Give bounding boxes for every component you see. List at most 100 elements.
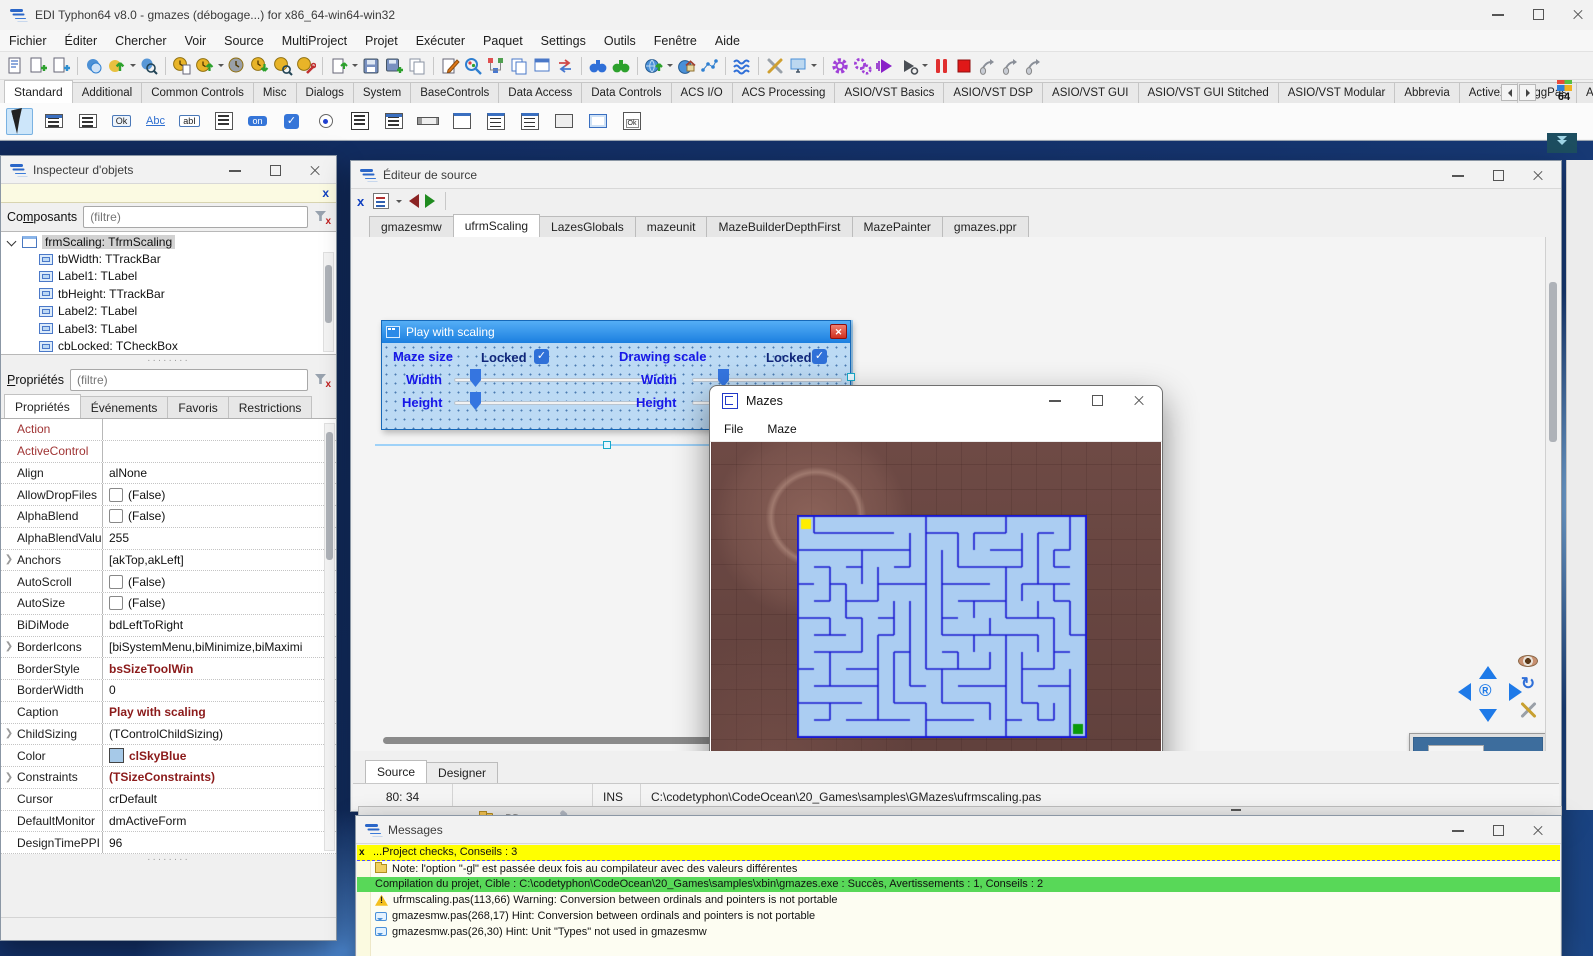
jump-list-icon[interactable] bbox=[373, 193, 389, 209]
palette-tab-dialogs[interactable]: Dialogs bbox=[296, 82, 354, 103]
menu-fenêtre[interactable]: Fenêtre bbox=[645, 32, 706, 50]
palette-tab-misc[interactable]: Misc bbox=[253, 82, 297, 103]
editor-tab-ufrmscaling[interactable]: ufrmScaling bbox=[453, 214, 540, 237]
maze-board[interactable] bbox=[797, 515, 1087, 738]
menu-multiproject[interactable]: MultiProject bbox=[273, 32, 356, 50]
messages-list[interactable]: x ...Project checks, Conseils : 3Note: l… bbox=[357, 845, 1560, 956]
menu-chercher[interactable]: Chercher bbox=[106, 32, 175, 50]
value-checkbox[interactable] bbox=[109, 509, 123, 523]
build-project-icon[interactable] bbox=[643, 55, 665, 77]
palette-scroll-left-button[interactable] bbox=[1501, 84, 1518, 101]
property-row-cursor[interactable]: CursorcrDefault bbox=[1, 789, 336, 811]
compile-icon[interactable] bbox=[829, 55, 851, 77]
palette-tab-asio-vst-dsp[interactable]: ASIO/VST DSP bbox=[943, 82, 1043, 103]
tgroupbox-icon[interactable] bbox=[448, 108, 475, 135]
tree-item-tbheight[interactable]: tbHeight: TTrackBar bbox=[1, 285, 336, 302]
property-row-alphablend[interactable]: AlphaBlend(False) bbox=[1, 506, 336, 528]
trackbar-width-1[interactable] bbox=[454, 378, 652, 382]
ttogglebox-icon[interactable]: on bbox=[244, 108, 271, 135]
properties-filter-input[interactable] bbox=[70, 369, 308, 391]
message-row-note[interactable]: Note: l'option "-gl" est passée deux foi… bbox=[357, 861, 1560, 877]
eye-icon[interactable] bbox=[1518, 655, 1538, 667]
message-row-hint[interactable]: gmazesmw.pas(26,30) Hint: Unit "Types" n… bbox=[357, 924, 1560, 940]
checkbox-locked-2[interactable]: ✓ bbox=[812, 349, 827, 364]
dock-close-icon[interactable]: x bbox=[322, 186, 329, 200]
open-project-icon[interactable] bbox=[106, 55, 128, 77]
open-project-dropdown-caret[interactable] bbox=[129, 55, 137, 77]
inspector-tab-favoris[interactable]: Favoris bbox=[167, 396, 228, 418]
palette-tab-common-controls[interactable]: Common Controls bbox=[141, 82, 254, 103]
save-with-arrow-icon[interactable] bbox=[328, 55, 350, 77]
editor-scrollbar[interactable] bbox=[1545, 237, 1559, 751]
selector-tool-icon[interactable] bbox=[6, 108, 33, 135]
palette-tab-asio-vst-gui[interactable]: ASIO/VST GUI bbox=[1042, 82, 1138, 103]
save-icon[interactable] bbox=[360, 55, 382, 77]
label-locked-1[interactable]: Locked bbox=[481, 350, 527, 365]
palette-tab-basecontrols[interactable]: BaseControls bbox=[410, 82, 499, 103]
value-checkbox[interactable] bbox=[109, 596, 123, 610]
palette-overflow-icon[interactable] bbox=[1547, 133, 1577, 153]
recent-disabled-icon[interactable] bbox=[226, 55, 248, 77]
tmainmenu-icon[interactable] bbox=[40, 108, 67, 135]
nav-down-icon[interactable] bbox=[1479, 709, 1497, 731]
property-row-bordericons[interactable]: ❯BorderIcons[biSystemMenu,biMinimize,biM… bbox=[1, 637, 336, 659]
tree-item-label3[interactable]: Label3: TLabel bbox=[1, 320, 336, 337]
build-home-icon[interactable] bbox=[675, 55, 697, 77]
property-row-action[interactable]: Action bbox=[1, 419, 336, 441]
close-button[interactable] bbox=[1571, 7, 1585, 21]
mazes-menu-maze[interactable]: Maze bbox=[767, 422, 796, 436]
new-window-icon[interactable] bbox=[531, 55, 553, 77]
step-out-icon[interactable] bbox=[1022, 55, 1044, 77]
bottom-tab-designer[interactable]: Designer bbox=[426, 762, 498, 783]
trackbar-width-1-thumb[interactable] bbox=[470, 369, 481, 387]
inspector-titlebar[interactable]: Inspecteur d'objets bbox=[1, 156, 336, 184]
inspector-tab-propriétés[interactable]: Propriétés bbox=[4, 394, 81, 418]
tframe-icon[interactable] bbox=[584, 108, 611, 135]
property-row-align[interactable]: AlignalNone bbox=[1, 463, 336, 485]
palette-tab-abbrevia[interactable]: Abbrevia bbox=[1394, 82, 1459, 103]
step-into-icon[interactable] bbox=[976, 55, 998, 77]
duplicate-icon[interactable] bbox=[508, 55, 530, 77]
label-width-1[interactable]: Width bbox=[406, 372, 442, 387]
inspector-tab-restrictions[interactable]: Restrictions bbox=[228, 396, 313, 418]
label-height-1[interactable]: Height bbox=[402, 395, 442, 410]
tedit-icon[interactable]: abI bbox=[176, 108, 203, 135]
new-module-icon[interactable] bbox=[50, 55, 72, 77]
palette-scroll-right-button[interactable] bbox=[1519, 84, 1536, 101]
property-row-constraints[interactable]: ❯Constraints(TSizeConstraints) bbox=[1, 767, 336, 789]
editor-tab-mazeunit[interactable]: mazeunit bbox=[635, 216, 708, 237]
message-row-success[interactable]: Compilation du projet, Cible : C:\codety… bbox=[357, 877, 1560, 893]
stop-icon[interactable] bbox=[953, 55, 975, 77]
navigate-back-icon[interactable] bbox=[409, 194, 419, 208]
value-checkbox[interactable] bbox=[109, 575, 123, 589]
lazes-waves-icon[interactable] bbox=[731, 55, 753, 77]
mazes-maximize-button[interactable] bbox=[1090, 393, 1104, 407]
designed-form-titlebar[interactable]: Play with scaling ✕ bbox=[382, 321, 850, 343]
palette-tab-data-access[interactable]: Data Access bbox=[498, 82, 582, 103]
label-width-2[interactable]: Width bbox=[641, 372, 677, 387]
inspector-maximize-button[interactable] bbox=[268, 163, 282, 177]
designer-surface[interactable]: Play with scaling ✕ Maze size Locked ✓ D… bbox=[353, 237, 1545, 751]
menu-outils[interactable]: Outils bbox=[595, 32, 645, 50]
inspector-close-button[interactable] bbox=[308, 163, 322, 177]
tree-item-cblocked[interactable]: cbLocked: TCheckBox bbox=[1, 337, 336, 354]
bottom-tab-source[interactable]: Source bbox=[365, 760, 427, 783]
expand-chevron-icon[interactable] bbox=[7, 237, 17, 247]
editor-close-button[interactable] bbox=[1531, 168, 1545, 182]
editor-tab-mazebuilderdepthfirst[interactable]: MazeBuilderDepthFirst bbox=[706, 216, 852, 237]
grid-scrollbar-thumb[interactable] bbox=[326, 432, 333, 560]
messages-maximize-button[interactable] bbox=[1491, 823, 1505, 837]
build-all-icon[interactable] bbox=[852, 55, 874, 77]
property-row-activecontrol[interactable]: ActiveControl bbox=[1, 441, 336, 463]
checkbox-locked-1[interactable]: ✓ bbox=[534, 349, 549, 364]
form-close-button[interactable]: ✕ bbox=[830, 324, 847, 339]
palette-tab-system[interactable]: System bbox=[353, 82, 411, 103]
menu-projet[interactable]: Projet bbox=[356, 32, 407, 50]
row-expander[interactable]: ❯ bbox=[1, 728, 17, 739]
tree-scrollbar-thumb[interactable] bbox=[325, 265, 332, 323]
menu-source[interactable]: Source bbox=[215, 32, 273, 50]
row-expander[interactable]: ❯ bbox=[1, 641, 17, 652]
tscrollbar-icon[interactable] bbox=[414, 108, 441, 135]
palette-tab-standard[interactable]: Standard bbox=[4, 80, 73, 103]
property-row-childsizing[interactable]: ❯ChildSizing(TControlChildSizing) bbox=[1, 724, 336, 746]
